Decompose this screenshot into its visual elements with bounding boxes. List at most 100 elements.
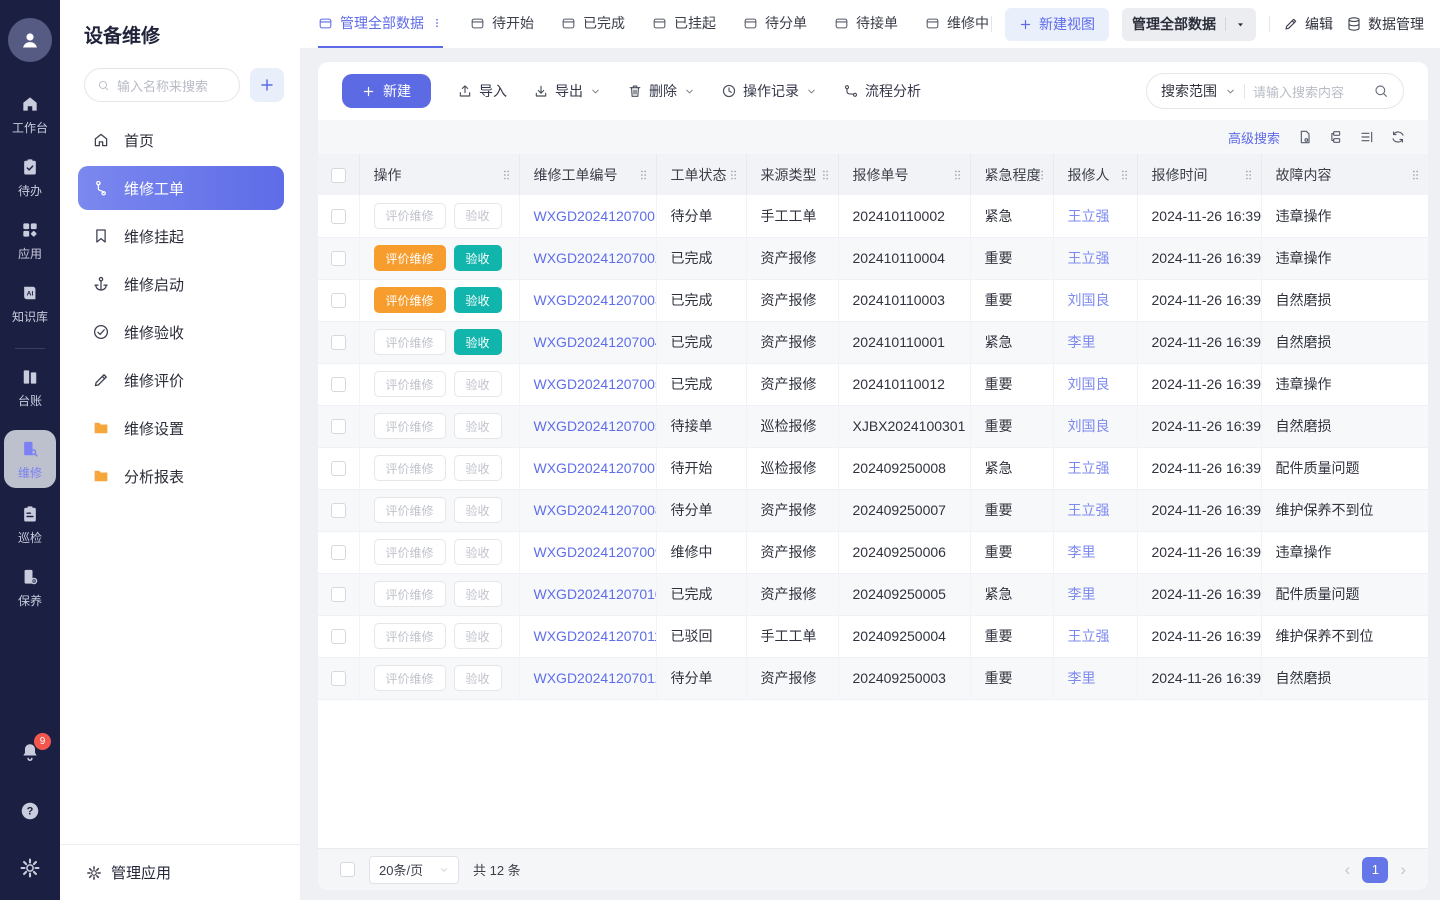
column-header[interactable]: 操作 xyxy=(359,154,519,195)
manage-app-button[interactable]: 管理应用 xyxy=(60,844,300,900)
sidebar-item-repair-start[interactable]: 维修启动 xyxy=(78,262,284,306)
order-number-link[interactable]: WXGD20241207005 xyxy=(534,376,657,392)
row-checkbox[interactable] xyxy=(331,461,346,476)
acceptance-button[interactable]: 验收 xyxy=(454,413,502,439)
add-module-button[interactable] xyxy=(250,68,284,102)
acceptance-button[interactable]: 验收 xyxy=(454,245,502,271)
order-number-link[interactable]: WXGD20241207008 xyxy=(534,502,657,518)
acceptance-button[interactable]: 验收 xyxy=(454,329,502,355)
operation-log-button[interactable]: 操作记录 xyxy=(721,81,817,101)
row-checkbox[interactable] xyxy=(331,293,346,308)
tab-pending-start[interactable]: 待开始 xyxy=(470,0,534,48)
advanced-search-link[interactable]: 高级搜索 xyxy=(1228,128,1280,147)
rail-item-knowledge[interactable]: AI知识库 xyxy=(12,283,48,325)
flow-analysis-button[interactable]: 流程分析 xyxy=(843,81,921,101)
reporter-link[interactable]: 李里 xyxy=(1068,586,1096,602)
reporter-link[interactable]: 王立强 xyxy=(1068,628,1110,644)
reporter-link[interactable]: 王立强 xyxy=(1068,208,1110,224)
row-checkbox[interactable] xyxy=(331,419,346,434)
acceptance-button[interactable]: 验收 xyxy=(454,455,502,481)
tab-pending-assign[interactable]: 待分单 xyxy=(743,0,807,48)
group-structure-icon[interactable] xyxy=(1328,129,1344,145)
sidebar-item-repair-orders[interactable]: 维修工单 xyxy=(78,166,284,210)
user-avatar[interactable] xyxy=(8,18,52,62)
reporter-link[interactable]: 李里 xyxy=(1068,670,1096,686)
order-number-link[interactable]: WXGD20241207011 xyxy=(534,628,657,644)
search-scope-label[interactable]: 搜索范围 xyxy=(1161,81,1217,101)
prev-page-button[interactable]: ‹ xyxy=(1345,861,1351,878)
reporter-link[interactable]: 李里 xyxy=(1068,544,1096,560)
row-checkbox[interactable] xyxy=(331,209,346,224)
column-header[interactable]: 报修时间 xyxy=(1137,154,1261,195)
column-header[interactable]: 工单状态 xyxy=(656,154,746,195)
refresh-icon[interactable] xyxy=(1390,129,1406,145)
sidebar-item-repair-accept[interactable]: 维修验收 xyxy=(78,310,284,354)
acceptance-button[interactable]: 验收 xyxy=(454,581,502,607)
order-number-link[interactable]: WXGD20241207012 xyxy=(534,670,657,686)
row-checkbox[interactable] xyxy=(331,545,346,560)
column-header[interactable]: 报修单号 xyxy=(838,154,970,195)
reporter-link[interactable]: 王立强 xyxy=(1068,250,1110,266)
tab-repairing[interactable]: 维修中 xyxy=(925,0,989,48)
tab-pending-accept[interactable]: 待接单 xyxy=(834,0,898,48)
view-dropdown[interactable]: 管理全部数据 xyxy=(1122,8,1256,41)
evaluate-repair-button[interactable]: 评价维修 xyxy=(374,623,446,649)
tab-completed[interactable]: 已完成 xyxy=(561,0,625,48)
order-number-link[interactable]: WXGD20241207009 xyxy=(534,544,657,560)
acceptance-button[interactable]: 验收 xyxy=(454,497,502,523)
edit-view-button[interactable]: 编辑 xyxy=(1283,14,1333,34)
rail-item-workbench[interactable]: 工作台 xyxy=(12,94,48,136)
order-number-link[interactable]: WXGD20241207004 xyxy=(534,334,657,350)
rail-item-apps[interactable]: 应用 xyxy=(18,220,42,262)
tab-suspended[interactable]: 已挂起 xyxy=(652,0,716,48)
data-manage-button[interactable]: 数据管理 xyxy=(1346,14,1424,34)
create-button[interactable]: 新建 xyxy=(342,74,431,108)
export-button[interactable]: 导出 xyxy=(533,81,601,101)
row-checkbox[interactable] xyxy=(331,335,346,350)
select-all-checkbox[interactable] xyxy=(340,862,355,877)
evaluate-repair-button[interactable]: 评价维修 xyxy=(374,581,446,607)
reporter-link[interactable]: 李里 xyxy=(1068,334,1096,350)
column-header[interactable]: 报修人 xyxy=(1053,154,1137,195)
sidebar-item-repair-evaluate[interactable]: 维修评价 xyxy=(78,358,284,402)
acceptance-button[interactable]: 验收 xyxy=(454,287,502,313)
table-search-input[interactable]: 搜索范围 请输入搜索内容 xyxy=(1146,73,1404,109)
order-number-link[interactable]: WXGD20241207001 xyxy=(534,208,657,224)
export-file-icon[interactable] xyxy=(1297,129,1313,145)
order-number-link[interactable]: WXGD20241207005 xyxy=(534,418,657,434)
sidebar-item-repair-settings[interactable]: 维修设置 xyxy=(78,406,284,450)
acceptance-button[interactable]: 验收 xyxy=(454,665,502,691)
reporter-link[interactable]: 王立强 xyxy=(1068,502,1110,518)
row-checkbox[interactable] xyxy=(331,251,346,266)
new-view-button[interactable]: 新建视图 xyxy=(1005,8,1109,41)
rail-item-repair[interactable]: 维修 xyxy=(4,430,56,488)
help-button[interactable]: ? xyxy=(19,800,41,827)
current-page-button[interactable]: 1 xyxy=(1362,857,1388,883)
column-header[interactable]: 来源类型 xyxy=(746,154,838,195)
evaluate-repair-button[interactable]: 评价维修 xyxy=(374,287,446,313)
order-number-link[interactable]: WXGD20241207003 xyxy=(534,292,657,308)
evaluate-repair-button[interactable]: 评价维修 xyxy=(374,245,446,271)
order-number-link[interactable]: WXGD20241207010 xyxy=(534,586,657,602)
row-checkbox[interactable] xyxy=(331,503,346,518)
order-number-link[interactable]: WXGD20241207002 xyxy=(534,250,657,266)
evaluate-repair-button[interactable]: 评价维修 xyxy=(374,413,446,439)
reporter-link[interactable]: 刘国良 xyxy=(1068,292,1110,308)
sidebar-item-repair-suspend[interactable]: 维修挂起 xyxy=(78,214,284,258)
tab-manage-all-data[interactable]: 管理全部数据 xyxy=(318,0,443,48)
column-header[interactable]: 故障内容 xyxy=(1261,154,1428,195)
sidebar-item-analysis-report[interactable]: 分析报表 xyxy=(78,454,284,498)
evaluate-repair-button[interactable]: 评价维修 xyxy=(374,497,446,523)
evaluate-repair-button[interactable]: 评价维修 xyxy=(374,329,446,355)
acceptance-button[interactable]: 验收 xyxy=(454,371,502,397)
rail-item-ledger[interactable]: 台账 xyxy=(18,367,42,409)
notifications-button[interactable]: 9 xyxy=(19,741,41,768)
row-checkbox[interactable] xyxy=(331,587,346,602)
page-size-select[interactable]: 20条/页 xyxy=(369,856,459,884)
rail-item-maintenance[interactable]: 保养 xyxy=(18,567,42,609)
rail-item-todo[interactable]: 待办 xyxy=(18,157,42,199)
evaluate-repair-button[interactable]: 评价维修 xyxy=(374,203,446,229)
evaluate-repair-button[interactable]: 评价维修 xyxy=(374,371,446,397)
module-search-input[interactable]: 输入名称来搜索 xyxy=(84,68,240,102)
reporter-link[interactable]: 刘国良 xyxy=(1068,418,1110,434)
